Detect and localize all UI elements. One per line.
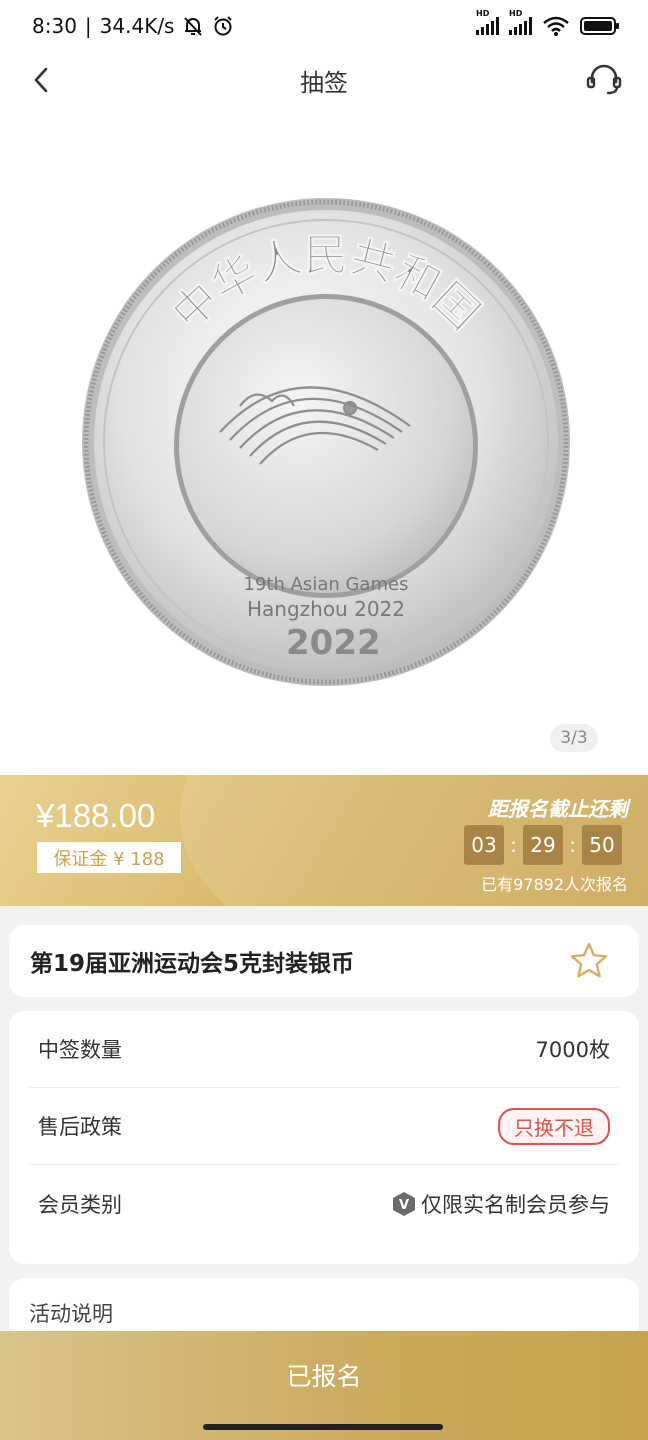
- status-time: 8:30: [32, 14, 77, 38]
- star-outline-icon[interactable]: [569, 941, 609, 981]
- info-label: 会员类别: [38, 1192, 122, 1217]
- countdown-hours: 03: [464, 825, 504, 865]
- info-row-member-type: 会员类别 V 仅限实名制会员参与: [29, 1165, 619, 1242]
- product-image-gallery[interactable]: 中华人民共和国 19th Asian Games Hangzhou 2022 2…: [0, 108, 648, 775]
- policy-tag: 只换不退: [498, 1107, 610, 1145]
- info-value: 仅限实名制会员参与: [421, 1192, 610, 1217]
- page-title: 抽签: [300, 68, 348, 97]
- nav-header: 抽签: [0, 52, 648, 108]
- coin-year: 2022: [286, 623, 381, 663]
- countdown-timer: 03 : 29 : 50: [464, 825, 622, 865]
- status-bar: 8:30 | 34.4K/s HD HD: [0, 0, 648, 52]
- countdown-seconds: 50: [582, 825, 622, 865]
- price-banner: ¥188.00 保证金 ¥ 188 距报名截止还剩 03 : 29 : 50 已…: [0, 775, 648, 906]
- home-indicator: [203, 1424, 443, 1430]
- info-row-quantity: 中签数量 7000枚: [29, 1011, 619, 1088]
- coin-center-line-2: Hangzhou 2022: [247, 597, 405, 621]
- status-right: HD HD: [476, 9, 619, 37]
- headset-icon[interactable]: [584, 62, 624, 98]
- countdown-minutes: 29: [523, 825, 563, 865]
- mute-bell-icon: [184, 17, 203, 36]
- image-counter: 3/3: [550, 724, 598, 752]
- signup-count: 已有97892人次报名: [481, 875, 628, 894]
- product-title-card: 第19届亚洲运动会5克封装银币: [9, 925, 639, 997]
- signal-hd-icon: HD: [476, 9, 499, 35]
- status-divider: |: [84, 14, 92, 38]
- countdown-label: 距报名截止还剩: [488, 797, 628, 821]
- info-row-after-sales: 售后政策 只换不退: [29, 1088, 619, 1165]
- status-left: 8:30 | 34.4K/s: [32, 14, 234, 38]
- countdown-separator: :: [569, 833, 576, 857]
- info-label: 售后政策: [38, 1115, 122, 1139]
- countdown-separator: :: [510, 833, 517, 857]
- product-title: 第19届亚洲运动会5克封装银币: [30, 951, 355, 977]
- deposit-badge: 保证金 ¥ 188: [37, 842, 181, 873]
- battery-icon: [580, 17, 619, 35]
- network-speed: 34.4K/s: [99, 14, 175, 38]
- silver-coin-image: 中华人民共和国 19th Asian Games Hangzhou 2022 2…: [82, 198, 570, 686]
- member-type-value: V 仅限实名制会员参与: [391, 1189, 610, 1219]
- svg-text:V: V: [399, 1198, 409, 1213]
- product-info-card: 中签数量 7000枚 售后政策 只换不退 会员类别 V 仅限实名制会员参与: [9, 1011, 639, 1264]
- info-value: 7000枚: [535, 1038, 610, 1062]
- signal-hd-icon: HD: [509, 9, 532, 35]
- wifi-icon: [543, 16, 569, 36]
- coin-center-line-1: 19th Asian Games: [244, 574, 409, 595]
- chevron-left-icon[interactable]: [28, 66, 56, 94]
- description-title: 活动说明: [29, 1302, 113, 1326]
- verified-member-icon: V: [393, 1191, 415, 1216]
- info-label: 中签数量: [38, 1038, 122, 1062]
- alarm-icon: [214, 16, 233, 36]
- price: ¥188.00: [36, 797, 156, 834]
